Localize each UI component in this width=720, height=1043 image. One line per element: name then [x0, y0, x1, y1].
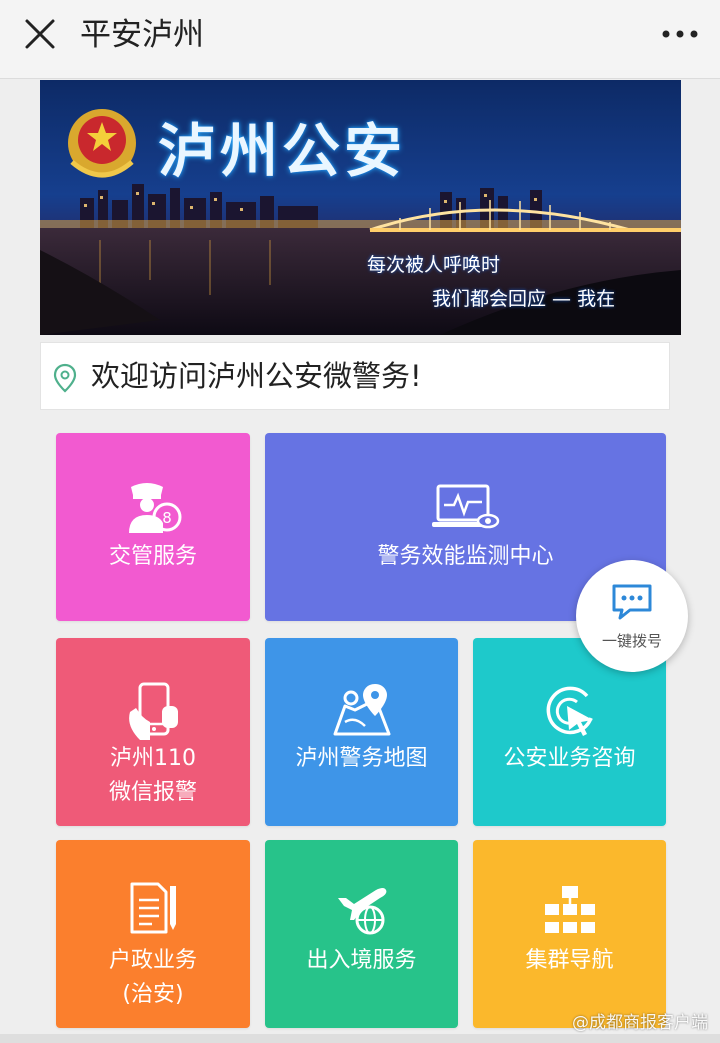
tile-label: 公安业务咨询	[503, 746, 636, 771]
tile-label: 交管服务	[108, 544, 197, 569]
more-dots-icon	[662, 30, 698, 38]
police-emblem-icon	[68, 109, 136, 178]
tile-cluster-navigation[interactable]: 集群导航	[473, 840, 666, 1028]
one-key-dial-label: 一键拨号	[601, 632, 662, 650]
welcome-text: 欢迎访问泸州公安微警务!	[91, 359, 422, 393]
banner-slogan-line2: 我们都会回应 — 我在	[432, 288, 616, 310]
banner-heading: 泸州公安	[158, 117, 407, 185]
bottom-strip	[0, 1034, 720, 1043]
tile-police-map[interactable]: 泸州警务地图	[265, 638, 458, 826]
tile-label-line2: 微信报警	[108, 780, 197, 805]
tile-household-affairs[interactable]: 户政业务 (治安)	[56, 840, 250, 1028]
watermark: @成都商报客户端	[572, 1013, 708, 1033]
tile-label-line2: (治安)	[122, 982, 184, 1007]
more-button[interactable]	[658, 14, 702, 54]
document-icon	[130, 882, 176, 934]
close-button[interactable]	[20, 14, 60, 54]
close-icon	[25, 19, 55, 49]
banner-image: 泸州公安 每次被人呼唤时 我们都会回应 — 我在	[40, 80, 681, 335]
tile-traffic-service[interactable]: 8 交管服务	[56, 433, 250, 621]
airplane-globe-icon	[337, 888, 386, 935]
top-bar: 平安泸州	[0, 0, 720, 79]
tile-exit-entry-service[interactable]: 出入境服务	[265, 840, 458, 1028]
map-icon	[333, 684, 390, 736]
location-pin-icon	[53, 363, 77, 393]
page-title: 平安泸州	[80, 17, 204, 53]
tile-label: 出入境服务	[306, 948, 417, 973]
monitor-icon	[431, 484, 499, 529]
hierarchy-icon	[544, 886, 595, 933]
phone-icon	[129, 682, 178, 740]
tile-label-line1: 户政业务	[108, 948, 197, 973]
traffic-police-icon: 8	[129, 483, 182, 533]
chat-bubble-icon	[612, 584, 652, 620]
one-key-dial-button[interactable]: 一键拨号	[576, 560, 688, 672]
tile-luzhou-110[interactable]: 泸州110 微信报警	[56, 638, 250, 826]
svg-text:8: 8	[162, 509, 172, 527]
tile-label: 集群导航	[525, 948, 614, 973]
cursor-click-icon	[546, 686, 593, 736]
banner-slogan-line1: 每次被人呼唤时	[367, 254, 501, 276]
tile-label: 泸州警务地图	[295, 746, 428, 771]
welcome-bar: 欢迎访问泸州公安微警务!	[40, 342, 670, 410]
tile-label-line1: 泸州110	[110, 746, 196, 771]
